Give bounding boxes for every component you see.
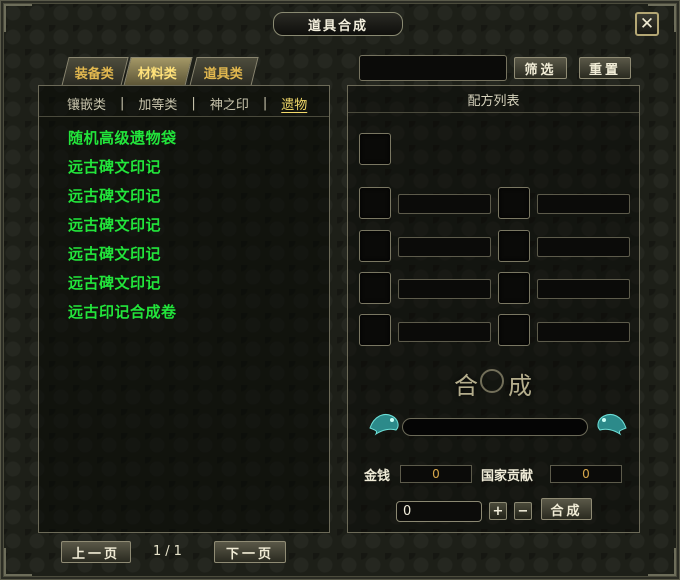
list-item[interactable]: 远古碑文印记 [68, 215, 177, 244]
subtab-divine-seal[interactable]: 神之印 [210, 94, 249, 113]
material-name-field [537, 279, 630, 299]
reset-button[interactable]: 重置 [579, 57, 631, 79]
contribution-value: 0 [550, 465, 622, 483]
contribution-label: 国家贡献 [481, 469, 534, 484]
recipe-panel: 配方列表 合 成 金钱 0 国家贡献 0 0 + − 合成 [347, 85, 640, 533]
recipe-list-header: 配方列表 [348, 86, 639, 113]
close-button[interactable]: ✕ [635, 12, 659, 36]
subtab-bar: 镶嵌类 | 加等类 | 神之印 | 遗物 [39, 92, 329, 114]
material-name-field [537, 237, 630, 257]
subtab-enhance[interactable]: 加等类 [138, 94, 177, 113]
money-label: 金钱 [364, 469, 391, 484]
material-name-field [398, 237, 491, 257]
frame-corner [4, 548, 32, 576]
swirl-icon [480, 369, 504, 393]
list-item[interactable]: 远古碑文印记 [68, 157, 177, 186]
increase-quantity-button[interactable]: + [489, 502, 507, 520]
list-item[interactable]: 随机高级遗物袋 [68, 128, 177, 157]
decrease-quantity-button[interactable]: − [514, 502, 532, 520]
subtab-relics[interactable]: 遗物 [281, 94, 307, 113]
material-name-field [537, 322, 630, 342]
result-slot[interactable] [359, 133, 391, 165]
page-indicator: 1/1 [153, 544, 186, 559]
material-slot[interactable] [498, 272, 530, 304]
list-item[interactable]: 远古碑文印记 [68, 273, 177, 302]
list-item[interactable]: 远古碑文印记 [68, 244, 177, 273]
frame-corner [4, 4, 32, 32]
next-page-button[interactable]: 下一页 [214, 541, 286, 563]
item-list: 随机高级遗物袋 远古碑文印记 远古碑文印记 远古碑文印记 远古碑文印记 远古碑文… [68, 128, 177, 331]
list-item[interactable]: 远古碑文印记 [68, 186, 177, 215]
material-name-field [537, 194, 630, 214]
synthesis-emblem: 合 成 [433, 366, 553, 400]
synthesize-button[interactable]: 合成 [541, 498, 592, 520]
close-icon: ✕ [639, 14, 655, 34]
material-slot[interactable] [359, 272, 391, 304]
material-slot[interactable] [498, 314, 530, 346]
material-slot[interactable] [498, 230, 530, 262]
material-name-field [398, 279, 491, 299]
subtab-separator: | [191, 95, 196, 111]
synthesis-progress-bar [402, 418, 588, 436]
subtab-separator: | [120, 95, 125, 111]
synthesis-window: 道具合成 ✕ 装备类 材料类 道具类 镶嵌类 | 加等类 | 神之印 | 遗物 … [0, 0, 680, 580]
tab-equipment[interactable]: 装备类 [61, 57, 129, 86]
quantity-input[interactable]: 0 [396, 501, 482, 522]
material-slot[interactable] [359, 187, 391, 219]
material-name-field [398, 194, 491, 214]
window-title: 道具合成 [273, 12, 403, 36]
material-name-field [398, 322, 491, 342]
subtab-inlay[interactable]: 镶嵌类 [67, 94, 106, 113]
material-slot[interactable] [359, 314, 391, 346]
dragon-ornament-icon [369, 414, 399, 436]
frame-corner [648, 548, 676, 576]
filter-input[interactable] [359, 55, 507, 81]
subtab-separator: | [262, 95, 268, 111]
money-value: 0 [400, 465, 472, 483]
dragon-ornament-icon [597, 414, 627, 436]
tab-props[interactable]: 道具类 [189, 57, 259, 86]
divider [39, 116, 329, 117]
tab-materials[interactable]: 材料类 [123, 57, 193, 86]
filter-button[interactable]: 筛选 [514, 57, 567, 79]
item-panel: 镶嵌类 | 加等类 | 神之印 | 遗物 随机高级遗物袋 远古碑文印记 远古碑文… [38, 85, 330, 533]
prev-page-button[interactable]: 上一页 [61, 541, 131, 563]
material-slot[interactable] [498, 187, 530, 219]
list-item[interactable]: 远古印记合成卷 [68, 302, 177, 331]
material-slot[interactable] [359, 230, 391, 262]
